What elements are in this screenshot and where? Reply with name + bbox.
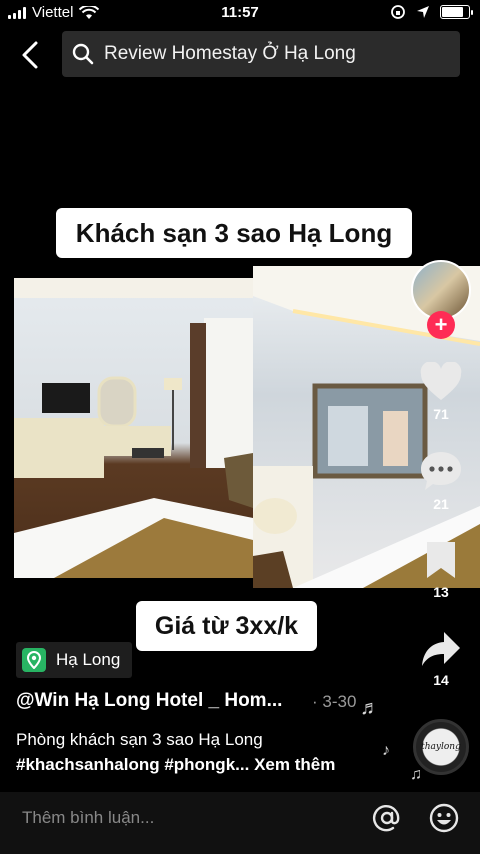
rotation-lock-icon [391, 5, 405, 19]
comment-bar: Thêm bình luận... [0, 792, 480, 854]
hashtags[interactable]: #khachsanhalong #phongk... [16, 755, 249, 774]
post-description: Phòng khách sạn 3 sao Hạ Long #khachsanh… [16, 727, 335, 777]
video-caption-top: Khách sạn 3 sao Hạ Long [56, 208, 412, 258]
search-bar[interactable]: Review Homestay Ở Hạ Long [62, 31, 460, 77]
location-tag[interactable]: Hạ Long [16, 642, 133, 678]
share-count: 14 [433, 672, 449, 688]
comment-input[interactable]: Thêm bình luận... [22, 808, 154, 828]
music-note-icon: ♪ [382, 742, 390, 759]
like-count: 71 [433, 406, 449, 422]
music-disc[interactable]: thaylong [413, 719, 469, 775]
bookmark-icon [427, 542, 455, 578]
back-arrow-icon[interactable] [18, 40, 44, 70]
share-button[interactable]: 14 [402, 630, 480, 688]
mention-icon[interactable] [371, 802, 403, 834]
location-arrow-icon [417, 6, 429, 18]
follow-plus-button[interactable]: + [427, 311, 455, 339]
music-note-icon: ♬ [360, 697, 380, 719]
description-text: Phòng khách sạn 3 sao Hạ Long [16, 730, 263, 749]
search-query: Review Homestay Ở Hạ Long [104, 43, 356, 64]
author-name[interactable]: @Win Hạ Long Hotel _ Hom... [16, 690, 282, 712]
video-caption-bottom: Giá từ 3xx/k [136, 601, 317, 651]
save-count: 13 [433, 584, 449, 600]
room-photo-left [14, 278, 253, 578]
emoji-icon[interactable] [428, 802, 460, 834]
music-note-icon: ♫ [410, 766, 422, 783]
like-button[interactable]: 71 [402, 362, 480, 422]
comment-bubble-icon [421, 452, 461, 490]
comment-count: 21 [433, 496, 449, 512]
comment-button[interactable]: 21 [402, 450, 480, 512]
search-icon [72, 43, 94, 65]
save-button[interactable]: 13 [402, 540, 480, 600]
location-pin-icon [22, 648, 46, 672]
status-bar: Viettel 11:57 [0, 0, 480, 26]
location-name: Hạ Long [56, 650, 121, 669]
post-date: · 3-30 [312, 692, 357, 711]
see-more-link[interactable]: Xem thêm [254, 755, 335, 774]
heart-icon [420, 362, 462, 400]
battery-icon [440, 5, 473, 19]
share-arrow-icon [422, 632, 460, 666]
